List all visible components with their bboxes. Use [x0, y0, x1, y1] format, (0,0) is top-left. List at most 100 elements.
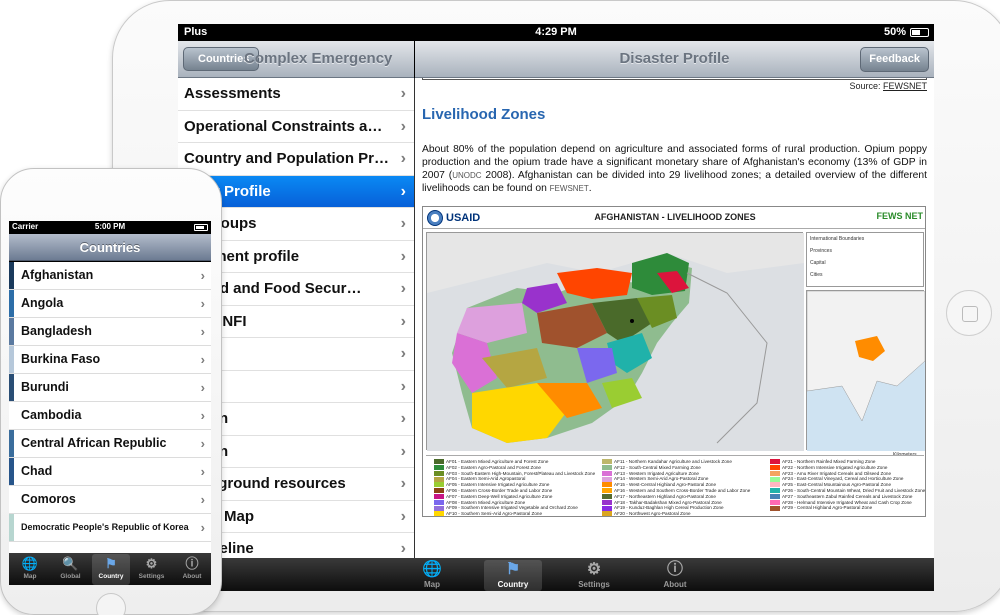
info-icon: ⓘ: [185, 556, 199, 571]
ipad-home-button[interactable]: [946, 290, 992, 336]
iphone-nav-bar: Countries: [9, 234, 211, 261]
source-line: Source: FEWSNET: [849, 81, 927, 91]
unodc-link[interactable]: UNODC: [452, 171, 481, 180]
menu-item[interactable]: Assessments ›: [178, 78, 414, 111]
country-row[interactable]: Afghanistan ›: [9, 262, 211, 290]
master-title: Complex Emergency: [244, 50, 393, 67]
menu-item-label: Assessments: [184, 85, 281, 102]
globe-icon: 🌐: [422, 561, 442, 578]
tab-country[interactable]: ⚑ Country: [484, 560, 542, 591]
flag-icon: ⚑: [505, 561, 521, 578]
country-row[interactable]: Chad ›: [9, 458, 211, 486]
afghanistan-map: [426, 232, 804, 451]
chevron-right-icon: ›: [400, 150, 406, 167]
chevron-right-icon: ›: [400, 247, 406, 265]
chevron-right-icon: ›: [400, 540, 406, 557]
iphone-status-bar: Carrier 5:00 PM: [9, 221, 211, 234]
section-heading: Livelihood Zones: [422, 106, 546, 123]
globe-icon: 🌐: [21, 556, 39, 571]
country-row[interactable]: Cambodia ›: [9, 402, 211, 430]
chevron-right-icon: ›: [400, 377, 406, 395]
menu-item-label: Operational Constraints and…: [184, 117, 389, 135]
menu-item-label: Country and Population Pr…: [184, 150, 389, 167]
country-name: Burundi: [21, 380, 69, 394]
country-row[interactable]: Burundi ›: [9, 374, 211, 402]
inset-map-graphic: [806, 290, 925, 451]
zone-legend-entry: AF10 - Southern Semi-Arid Agro-Pastoral …: [434, 510, 542, 516]
country-flag-icon: [9, 514, 14, 541]
zone-map-graphic: [427, 233, 804, 451]
ipad-screen: Plus 4:29 PM 50% Countries Complex Emerg…: [178, 24, 934, 591]
country-name: Chad: [21, 464, 53, 478]
chevron-right-icon: ›: [200, 408, 205, 423]
country-row[interactable]: Bangladesh ›: [9, 318, 211, 346]
tab-label: About: [663, 580, 687, 589]
feedback-button[interactable]: Feedback: [860, 47, 929, 72]
zone-legend-entry: AF29 - Central Highland Agro-Pastoral Zo…: [770, 504, 872, 511]
country-name: Afghanistan: [21, 268, 94, 282]
livelihood-paragraph: About 80% of the population depend on ag…: [422, 144, 927, 194]
country-name: Bangladesh: [21, 324, 92, 338]
phone-tab-about[interactable]: ⓘ About: [173, 554, 211, 585]
country-row[interactable]: Comoros ›: [9, 486, 211, 514]
info-icon: ⓘ: [666, 561, 683, 578]
phone-tab-country[interactable]: ⚑ Country: [92, 554, 130, 585]
chevron-right-icon: ›: [400, 182, 406, 200]
tab-label: Map: [23, 573, 37, 580]
battery-percent: 50%: [883, 26, 906, 38]
detail-nav-bar: Disaster Profile Feedback: [415, 41, 934, 78]
country-row[interactable]: Angola ›: [9, 290, 211, 318]
country-row[interactable]: Burkina Faso ›: [9, 346, 211, 374]
country-flag-icon: [9, 430, 14, 457]
flag-icon: ⚑: [105, 556, 117, 571]
map-title: AFGHANISTAN - LIVELIHOOD ZONES: [594, 212, 756, 222]
tab-about[interactable]: ⓘ About: [646, 560, 704, 591]
chevron-right-icon: ›: [200, 324, 205, 339]
phone-tab-global[interactable]: 🔍 Global: [52, 554, 90, 585]
country-row[interactable]: Democratic People's Republic of Korea ›: [9, 514, 211, 542]
ipad-tab-bar: 🌐 Map ⚑ Country ⚙ Settings ⓘ About: [178, 558, 934, 591]
chevron-right-icon: ›: [400, 442, 406, 460]
tab-label: Settings: [578, 580, 610, 589]
map-legend: International Boundaries Provinces Capit…: [806, 232, 924, 287]
country-row[interactable]: Central African Republic ›: [9, 430, 211, 458]
iphone-home-button[interactable]: [96, 593, 126, 615]
chevron-right-icon: ›: [200, 492, 205, 507]
menu-item[interactable]: Operational Constraints and… ›: [178, 111, 414, 143]
previous-figure-edge: [422, 78, 927, 80]
device-showcase: Plus 4:29 PM 50% Countries Complex Emerg…: [0, 0, 1000, 615]
zone-legend-entry: AF20 - Northwest Agro-Pastoral Zone: [602, 510, 691, 516]
chevron-right-icon: ›: [400, 280, 406, 297]
fewsnet-source-link[interactable]: FEWSNET: [883, 81, 927, 91]
chevron-right-icon: ›: [400, 215, 406, 232]
zone-swatch: [602, 511, 612, 516]
chevron-right-icon: ›: [200, 436, 205, 451]
chevron-right-icon: ›: [200, 352, 205, 367]
fewsnet-link[interactable]: FEWSNET: [550, 184, 589, 193]
tab-label: About: [182, 573, 202, 580]
chevron-right-icon: ›: [200, 464, 205, 479]
region-inset-map: [806, 290, 925, 451]
chevron-right-icon: ›: [400, 85, 406, 102]
phone-tab-map[interactable]: 🌐 Map: [11, 554, 49, 585]
country-flag-icon: [9, 290, 14, 317]
country-flag-icon: [9, 374, 14, 401]
iphone-tab-bar: 🌐 Map 🔍 Global ⚑ Country ⚙ Settings ⓘ About: [9, 553, 211, 585]
menu-item[interactable]: Country and Population Pr… ›: [178, 143, 414, 176]
country-name: Angola: [21, 296, 64, 310]
chevron-right-icon: ›: [400, 312, 406, 330]
map-header: USAID AFGHANISTAN - LIVELIHOOD ZONES FEW…: [423, 207, 925, 229]
zone-swatch: [770, 505, 780, 511]
chevron-right-icon: ›: [400, 410, 406, 427]
phone-tab-settings[interactable]: ⚙ Settings: [133, 554, 171, 585]
zone-legend: AF01 - Eastern Mixed Agriculture and For…: [426, 455, 925, 516]
chevron-right-icon: ›: [400, 507, 406, 525]
chevron-right-icon: ›: [200, 296, 205, 311]
country-flag-icon: [9, 458, 14, 485]
country-flag-icon: [9, 486, 14, 513]
livelihood-zones-map[interactable]: USAID AFGHANISTAN - LIVELIHOOD ZONES FEW…: [422, 206, 926, 517]
tab-map[interactable]: 🌐 Map: [403, 560, 461, 591]
clock: 4:29 PM: [535, 26, 577, 38]
country-list: Afghanistan › Angola › Bangladesh › Burkina Fa…: [9, 262, 211, 554]
tab-settings[interactable]: ⚙ Settings: [565, 560, 623, 591]
